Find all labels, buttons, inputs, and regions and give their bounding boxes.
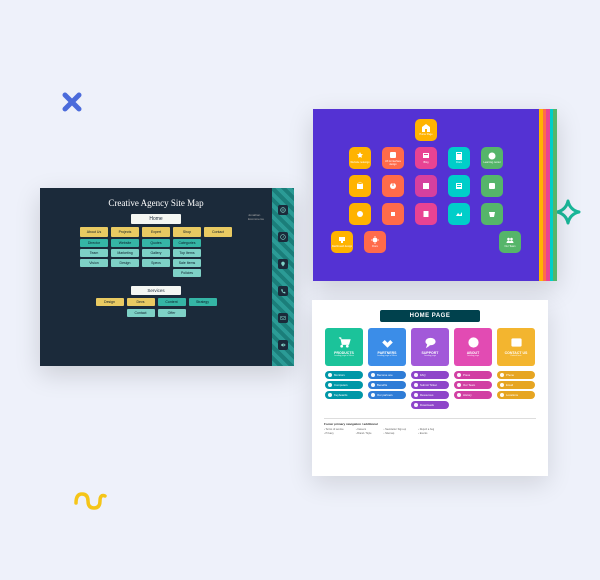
c2-node [382, 203, 404, 225]
c3-fitem: Terms of service [324, 428, 344, 431]
c1-b: Quotes [142, 239, 170, 247]
card2-stripes [539, 109, 557, 281]
c1-b: Gallery [142, 249, 170, 257]
c2-node [415, 203, 437, 225]
c3-pill: Resources [411, 391, 449, 399]
c2-node [349, 203, 371, 225]
c3-head-support: SUPPORTLanding page [411, 328, 449, 366]
c2-node: Website redesign [349, 147, 371, 169]
c3-pill: Keyboards [325, 391, 363, 399]
c2-node: Learning center [481, 147, 503, 169]
c2-node: Docs [448, 147, 470, 169]
c1-svc: Devs [127, 298, 155, 306]
c3-head-partners: PARTNERSLanding page w/ filters [368, 328, 406, 366]
c1-b: Team [80, 249, 108, 257]
c1-b: Vision [80, 259, 108, 267]
c2-node [382, 175, 404, 197]
c1-b: Specs [142, 259, 170, 267]
c1-svc: Strategy [189, 298, 217, 306]
c3-title: HOME PAGE [380, 310, 481, 322]
c3-pill: History [454, 391, 492, 399]
card1-title: Creative Agency Site Map [108, 198, 203, 208]
c1-top-4: Contact [204, 227, 232, 237]
c1-b: Design [111, 259, 139, 267]
c3-footer: Footer primary navigation / additional T… [324, 418, 536, 435]
c2-node [415, 175, 437, 197]
c2-node [481, 175, 503, 197]
c3-pill: Computers [325, 381, 363, 389]
c3-fitem: Newsletter Sign-up [384, 428, 407, 431]
c1-b: Top Items [173, 249, 201, 257]
megaphone-icon [278, 340, 288, 350]
c3-pill: Our Team [454, 381, 492, 389]
c1-svc: Design [96, 298, 124, 306]
c1-top-3: Shop [173, 227, 201, 237]
sitemap-card-dark: Creative Agency Site Map Home Jonathan E… [40, 188, 294, 366]
c3-fitem: Privacy [324, 432, 344, 435]
c1-svc: Contact [127, 309, 155, 317]
c1-b: Categories [173, 239, 201, 247]
c3-head-products: PRODUCTSLanding page w/ filters [325, 328, 363, 366]
globe-icon [278, 205, 288, 215]
c3-fitem: Events [418, 432, 434, 435]
c3-head-about: ABOUTLanding page [454, 328, 492, 366]
card1-meta-2: Ecommerce [248, 218, 264, 222]
decoration-sparkle-icon [555, 199, 581, 230]
c3-footer-title: Footer primary navigation / additional [324, 422, 536, 426]
c1-top-1: Projects [111, 227, 139, 237]
sitemap-card-purple: Home Page Website redesign UX & interfac… [313, 109, 557, 281]
location-icon [278, 259, 288, 269]
c3-pill: Phone [497, 371, 535, 379]
c3-fitem: Careers [356, 428, 372, 431]
mail-icon [278, 313, 288, 323]
c2-node [448, 203, 470, 225]
c3-fitem: Brand / Style [356, 432, 372, 435]
card1-root-node: Home [131, 214, 180, 224]
c2-node: Docs [364, 231, 386, 253]
c2-node: Dashboard design [331, 231, 353, 253]
sitemap-card-white: HOME PAGE PRODUCTSLanding page w/ filter… [312, 300, 548, 476]
phone-icon [278, 286, 288, 296]
c3-fitem: Sitemap [384, 432, 407, 435]
c2-node [481, 203, 503, 225]
c2-node: UX & interface design [382, 147, 404, 169]
c3-pill: Monitors [325, 371, 363, 379]
c3-pill: Locations [497, 391, 535, 399]
c3-pill: Our partners [368, 391, 406, 399]
card1-sidebar [272, 188, 294, 366]
c3-pill: Email [497, 381, 535, 389]
c3-fitem: Report a bug [418, 428, 434, 431]
c1-top-2: Expert [142, 227, 170, 237]
c3-pill: Submit Ticket [411, 381, 449, 389]
c3-head-contact: CONTACT USEmbed form [497, 328, 535, 366]
c1-b: Sale Items [173, 259, 201, 267]
c1-svc: Content [158, 298, 186, 306]
c1-b: Marketing [111, 249, 139, 257]
c1-b: Website [111, 239, 139, 247]
c1-top-0: About Us [80, 227, 108, 237]
c2-node: Blog [415, 147, 437, 169]
c2-root-node: Home Page [415, 119, 437, 141]
c3-pill: Downloads [411, 401, 449, 409]
c2-node [448, 175, 470, 197]
card1-services: Services [131, 286, 180, 295]
c1-b: Policies [173, 269, 201, 277]
c3-pill: Benefits [368, 381, 406, 389]
decoration-x-icon [60, 90, 84, 119]
c3-pill: FAQ [411, 371, 449, 379]
c1-b: Director [80, 239, 108, 247]
c1-svc: Offer [158, 309, 186, 317]
c3-pill: Become one [368, 371, 406, 379]
c2-node: Our Team [499, 231, 521, 253]
c2-node [349, 175, 371, 197]
c3-pill: Press [454, 371, 492, 379]
compass-icon [278, 232, 288, 242]
decoration-squiggle-icon [72, 488, 108, 517]
